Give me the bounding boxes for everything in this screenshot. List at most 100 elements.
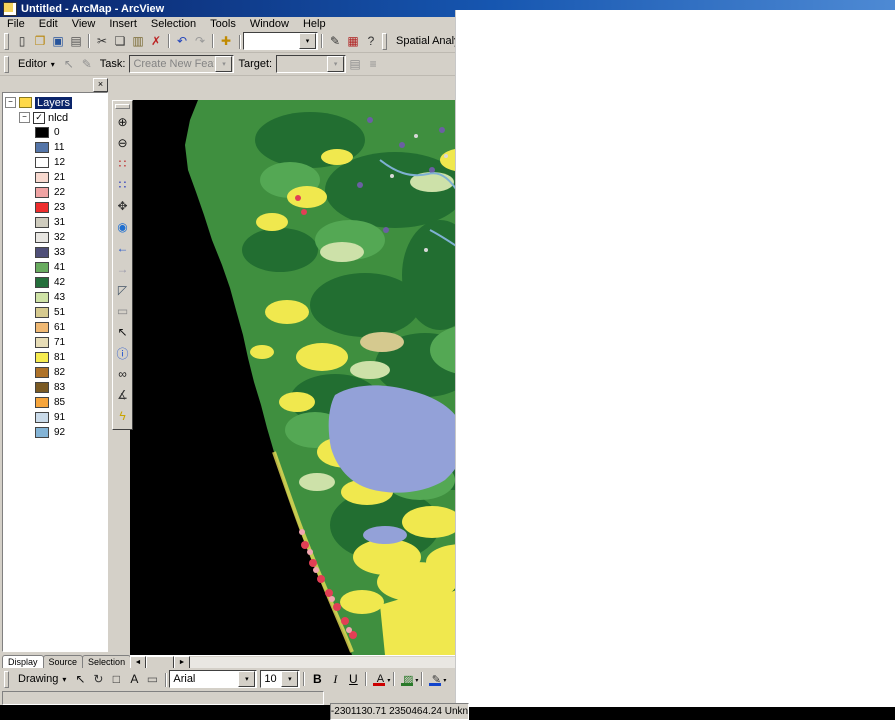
scrollbar-track[interactable] xyxy=(190,657,455,669)
legend-swatch[interactable] xyxy=(35,427,49,438)
new-text-box-tool[interactable]: ▭ xyxy=(143,670,161,688)
go-back-extent-tool[interactable]: ← xyxy=(114,238,131,258)
tab-source[interactable]: Source xyxy=(43,655,84,668)
open-button[interactable]: ❐ xyxy=(31,32,49,50)
target-combo[interactable]: ▾ xyxy=(276,55,346,73)
legend-swatch[interactable] xyxy=(35,367,49,378)
layer-visibility-checkbox[interactable]: ✓ xyxy=(33,112,45,124)
undo-button[interactable]: ↶ xyxy=(173,32,191,50)
fixed-zoom-in-tool[interactable]: ∷ xyxy=(114,154,131,174)
legend-swatch[interactable] xyxy=(35,307,49,318)
toolbar-grip[interactable] xyxy=(382,33,387,50)
tab-selection[interactable]: Selection xyxy=(82,655,131,668)
toolbar-grip[interactable] xyxy=(115,104,130,109)
clear-selection-tool[interactable]: ▭ xyxy=(114,301,131,321)
legend-swatch[interactable] xyxy=(35,202,49,213)
editor-menu[interactable]: Editor ▾ xyxy=(13,55,60,73)
find-tool[interactable]: ∞ xyxy=(114,364,131,384)
chevron-down-icon[interactable]: ▾ xyxy=(238,671,255,687)
bold-button[interactable]: B xyxy=(308,670,326,688)
underline-button[interactable]: U xyxy=(344,670,362,688)
full-extent-tool[interactable]: ◉ xyxy=(114,217,131,237)
select-elements-tool[interactable]: ↖ xyxy=(114,322,131,342)
menu-file[interactable]: File xyxy=(0,18,32,30)
layers-root-label[interactable]: Layers xyxy=(35,97,72,109)
collapse-icon[interactable]: − xyxy=(5,97,16,108)
legend-swatch[interactable] xyxy=(35,412,49,423)
shape-tool[interactable]: □ xyxy=(107,670,125,688)
redo-button[interactable]: ↷ xyxy=(191,32,209,50)
drawing-menu[interactable]: Drawing ▾ xyxy=(13,670,71,688)
text-tool[interactable]: A xyxy=(125,670,143,688)
sketch-properties-button[interactable]: ≡ xyxy=(364,55,382,73)
map-horizontal-scrollbar[interactable]: ◄ ► xyxy=(130,655,455,669)
legend-swatch[interactable] xyxy=(35,292,49,303)
font-combo[interactable]: Arial ▾ xyxy=(169,670,257,688)
menu-view[interactable]: View xyxy=(65,18,103,30)
menu-help[interactable]: Help xyxy=(296,18,333,30)
task-combo[interactable]: Create New Feature ▾ xyxy=(129,55,234,73)
legend-swatch[interactable] xyxy=(35,382,49,393)
cut-button[interactable]: ✂ xyxy=(93,32,111,50)
font-color-button[interactable]: A ▾ xyxy=(370,670,390,688)
attributes-button[interactable]: ▤ xyxy=(346,55,364,73)
legend-swatch[interactable] xyxy=(35,142,49,153)
legend-swatch[interactable] xyxy=(35,232,49,243)
legend-swatch[interactable] xyxy=(35,127,49,138)
menu-selection[interactable]: Selection xyxy=(144,18,203,30)
copy-button[interactable]: ❏ xyxy=(111,32,129,50)
fixed-zoom-out-tool[interactable]: ∷ xyxy=(114,175,131,195)
chevron-down-icon[interactable]: ▾ xyxy=(215,56,232,72)
measure-tool[interactable]: ∡ xyxy=(114,385,131,405)
toc-root-layers[interactable]: − Layers xyxy=(5,95,107,110)
menu-tools[interactable]: Tools xyxy=(203,18,243,30)
menu-insert[interactable]: Insert xyxy=(102,18,144,30)
hyperlink-tool[interactable]: ϟ xyxy=(114,406,131,426)
paste-button[interactable]: ▥ xyxy=(129,32,147,50)
toolbar-grip[interactable] xyxy=(4,33,9,50)
zoom-out-tool[interactable]: ⊖ xyxy=(114,133,131,153)
sketch-tool-button[interactable]: ✎ xyxy=(78,55,96,73)
menu-edit[interactable]: Edit xyxy=(32,18,65,30)
new-map-button[interactable]: ▯ xyxy=(13,32,31,50)
chevron-down-icon[interactable]: ▾ xyxy=(299,33,316,49)
legend-swatch[interactable] xyxy=(35,322,49,333)
legend-swatch[interactable] xyxy=(35,262,49,273)
draw-select-elements-tool[interactable]: ↖ xyxy=(71,670,89,688)
save-button[interactable]: ▣ xyxy=(49,32,67,50)
close-icon[interactable]: × xyxy=(93,78,108,92)
arctoolbox-button[interactable]: ▦ xyxy=(344,32,362,50)
legend-swatch[interactable] xyxy=(35,277,49,288)
toolbar-grip[interactable] xyxy=(4,56,9,73)
menu-window[interactable]: Window xyxy=(243,18,296,30)
delete-button[interactable]: ✗ xyxy=(147,32,165,50)
legend-swatch[interactable] xyxy=(35,217,49,228)
pan-tool[interactable]: ✥ xyxy=(114,196,131,216)
legend-swatch[interactable] xyxy=(35,187,49,198)
select-features-tool[interactable]: ◸ xyxy=(114,280,131,300)
layer-name-label[interactable]: nlcd xyxy=(48,112,68,124)
toolbar-grip[interactable] xyxy=(4,671,9,688)
legend-swatch[interactable] xyxy=(35,397,49,408)
toc-layer-nlcd[interactable]: − ✓ nlcd xyxy=(5,110,107,125)
edit-tool-button[interactable]: ✎ xyxy=(326,32,344,50)
legend-swatch[interactable] xyxy=(35,337,49,348)
fill-color-button[interactable]: ▨ ▾ xyxy=(398,670,418,688)
legend-swatch[interactable] xyxy=(35,352,49,363)
legend-swatch[interactable] xyxy=(35,247,49,258)
chevron-down-icon[interactable]: ▾ xyxy=(281,671,298,687)
help-button[interactable]: ? xyxy=(362,32,380,50)
identify-tool[interactable]: ⓘ xyxy=(114,343,131,363)
line-color-button[interactable]: ✎ ▾ xyxy=(426,670,446,688)
chevron-down-icon[interactable]: ▾ xyxy=(327,56,344,72)
font-size-combo[interactable]: 10 ▾ xyxy=(260,670,300,688)
scale-combo[interactable]: ▾ xyxy=(243,32,318,50)
go-forward-extent-tool[interactable]: → xyxy=(114,259,131,279)
editor-edit-tool-button[interactable]: ↖ xyxy=(60,55,78,73)
print-button[interactable]: ▤ xyxy=(67,32,85,50)
italic-button[interactable]: I xyxy=(326,670,344,688)
classification-key-document[interactable]: NLCD Land Cover Classification System Ke… xyxy=(455,10,895,707)
rotate-tool[interactable]: ↻ xyxy=(89,670,107,688)
legend-swatch[interactable] xyxy=(35,172,49,183)
add-data-button[interactable]: ✚ xyxy=(217,32,235,50)
